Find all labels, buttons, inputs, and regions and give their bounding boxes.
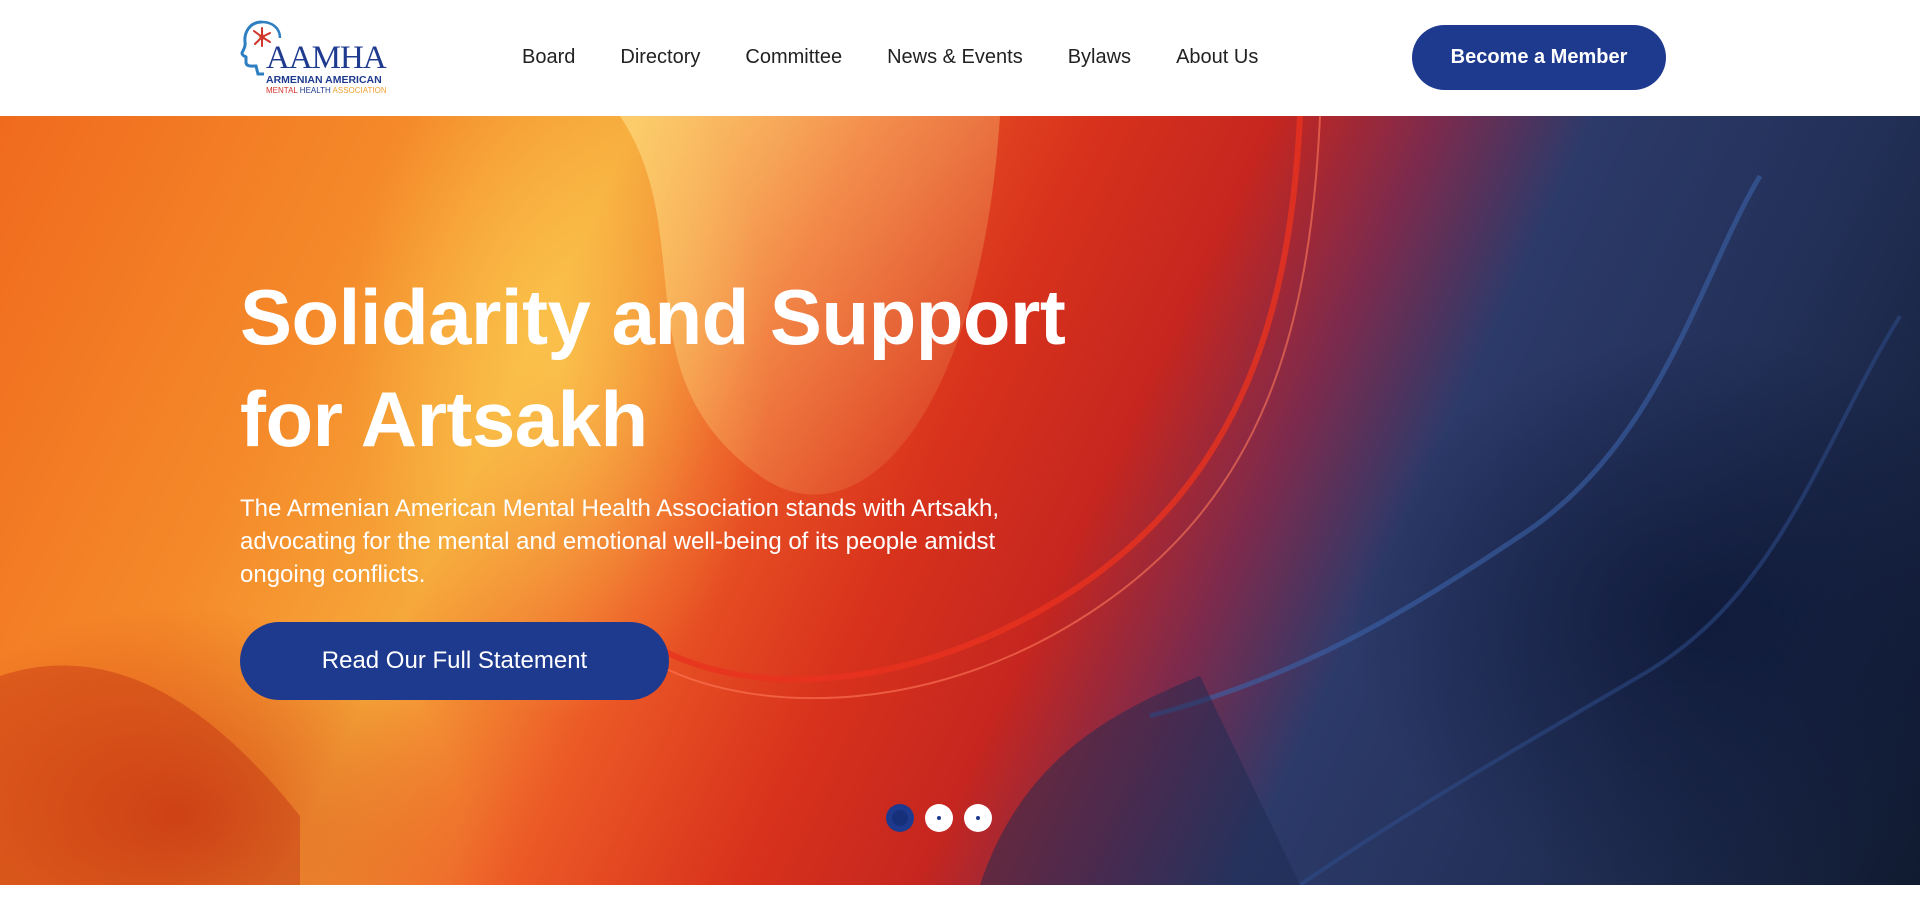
become-member-button[interactable]: Become a Member <box>1412 25 1666 90</box>
carousel-dot-icon[interactable] <box>886 804 914 832</box>
main-nav: Board Directory Committee News & Events … <box>522 46 1258 69</box>
logo-wordmark: AAMHA <box>266 40 387 76</box>
nav-directory[interactable]: Directory <box>620 46 700 69</box>
hero-title: Solidarity and Support for Artsakh <box>240 273 1066 463</box>
logo-tagline-mental: MENTAL <box>266 86 298 95</box>
aamha-logo[interactable]: AAMHA ARMENIAN AMERICAN MENTAL HEALTH AS… <box>240 16 387 96</box>
logo-tagline-line1: ARMENIAN AMERICAN <box>266 74 382 86</box>
logo-tagline-association: ASSOCIATION <box>332 86 387 95</box>
carousel-dot-icon[interactable] <box>925 804 953 832</box>
logo-tagline-line2: MENTAL HEALTH ASSOCIATION <box>266 87 387 95</box>
carousel-dot-icon[interactable] <box>964 804 992 832</box>
nav-about-us[interactable]: About Us <box>1176 46 1258 69</box>
nav-committee[interactable]: Committee <box>745 46 842 69</box>
nav-board[interactable]: Board <box>522 46 575 69</box>
hero-carousel: Solidarity and Support for Artsakh The A… <box>0 116 1920 885</box>
site-header: AAMHA ARMENIAN AMERICAN MENTAL HEALTH AS… <box>0 0 1920 116</box>
read-full-statement-button[interactable]: Read Our Full Statement <box>240 622 669 700</box>
nav-news-events[interactable]: News & Events <box>887 46 1023 69</box>
carousel-pagination <box>886 804 992 832</box>
logo-tagline-health: HEALTH <box>299 86 331 95</box>
nav-bylaws[interactable]: Bylaws <box>1068 46 1131 69</box>
hero-description: The Armenian American Mental Health Asso… <box>240 495 1000 588</box>
